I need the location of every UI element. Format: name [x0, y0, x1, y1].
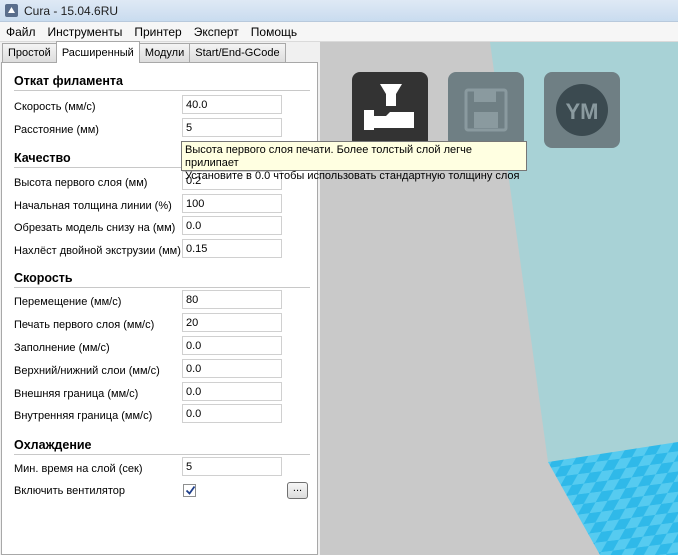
youmagine-button[interactable]: YM	[544, 72, 620, 148]
save-button[interactable]	[448, 72, 524, 148]
section-divider	[14, 287, 310, 288]
youmagine-icon: YM	[556, 84, 608, 136]
travel-speed-label: Перемещение (мм/с)	[14, 296, 122, 308]
retraction-distance-input[interactable]: 5	[182, 118, 282, 137]
menu-printer[interactable]: Принтер	[128, 22, 187, 42]
retraction-speed-label: Скорость (мм/с)	[14, 101, 96, 113]
fan-settings-button[interactable]: ...	[287, 482, 308, 499]
advanced-settings-content: Откат филамента Скорость (мм/с) 40.0 Рас…	[1, 62, 318, 555]
outer-shell-speed-input[interactable]: 0.0	[182, 382, 282, 401]
retraction-speed-input[interactable]: 40.0	[182, 95, 282, 114]
3d-viewport[interactable]: YM	[320, 42, 678, 555]
section-divider	[14, 90, 310, 91]
min-layer-time-input[interactable]: 5	[182, 457, 282, 476]
top-bottom-speed-input[interactable]: 0.0	[182, 359, 282, 378]
dual-extrusion-overlap-input[interactable]: 0.15	[182, 239, 282, 258]
tab-basic[interactable]: Простой	[2, 43, 57, 63]
tab-advanced[interactable]: Расширенный	[55, 41, 140, 63]
initial-line-width-label: Начальная толщина линии (%)	[14, 200, 172, 212]
window-title: Cura - 15.04.6RU	[24, 4, 119, 18]
infill-speed-label: Заполнение (мм/с)	[14, 342, 110, 354]
inner-shell-speed-label: Внутренняя граница (мм/с)	[14, 410, 153, 422]
menu-bar: Файл Инструменты Принтер Эксперт Помощь	[0, 22, 678, 42]
section-title-quality: Качество	[14, 151, 71, 165]
first-layer-speed-input[interactable]: 20	[182, 313, 282, 332]
enable-fan-label: Включить вентилятор	[14, 485, 126, 497]
save-icon	[464, 88, 508, 132]
title-bar: Cura - 15.04.6RU	[0, 0, 678, 22]
enable-fan-checkbox[interactable]	[183, 484, 196, 497]
tab-plugins[interactable]: Модули	[138, 43, 191, 63]
top-bottom-speed-label: Верхний/нижний слои (мм/с)	[14, 365, 160, 377]
menu-help[interactable]: Помощь	[245, 22, 303, 42]
travel-speed-input[interactable]: 80	[182, 290, 282, 309]
infill-speed-input[interactable]: 0.0	[182, 336, 282, 355]
tooltip-line-1: Высота первого слоя печати. Более толсты…	[185, 144, 473, 169]
cura-app-icon	[5, 4, 18, 17]
settings-panel: Простой Расширенный Модули Start/End-GCo…	[0, 41, 320, 555]
tooltip-line-2: Установите в 0.0 чтобы использовать стан…	[185, 170, 520, 182]
first-layer-height-label: Высота первого слоя (мм)	[14, 177, 148, 189]
tab-start-end-gcode[interactable]: Start/End-GCode	[189, 43, 286, 63]
menu-expert[interactable]: Эксперт	[188, 22, 245, 42]
load-model-button[interactable]	[352, 72, 428, 148]
first-layer-tooltip: Высота первого слоя печати. Более толсты…	[181, 141, 527, 182]
checkmark-icon	[185, 485, 196, 495]
load-model-icon	[364, 84, 414, 130]
retraction-distance-label: Расстояние (мм)	[14, 124, 99, 136]
inner-shell-speed-input[interactable]: 0.0	[182, 404, 282, 423]
cut-bottom-input[interactable]: 0.0	[182, 216, 282, 235]
section-title-speed: Скорость	[14, 271, 73, 285]
initial-line-width-input[interactable]: 100	[182, 194, 282, 213]
first-layer-speed-label: Печать первого слоя (мм/с)	[14, 319, 155, 331]
section-title-cooling: Охлаждение	[14, 438, 92, 452]
cut-bottom-label: Обрезать модель снизу на (мм)	[14, 222, 176, 234]
dual-extrusion-overlap-label: Нахлёст двойной экструзии (мм)	[14, 245, 181, 257]
outer-shell-speed-label: Внешняя граница (мм/с)	[14, 388, 139, 400]
menu-file[interactable]: Файл	[0, 22, 42, 42]
settings-tabs: Простой Расширенный Модули Start/End-GCo…	[2, 41, 286, 63]
youmagine-label: YM	[566, 99, 599, 124]
menu-tools[interactable]: Инструменты	[42, 22, 129, 42]
min-layer-time-label: Мин. время на слой (сек)	[14, 463, 143, 475]
section-title-retraction: Откат филамента	[14, 74, 123, 88]
section-divider	[14, 454, 310, 455]
